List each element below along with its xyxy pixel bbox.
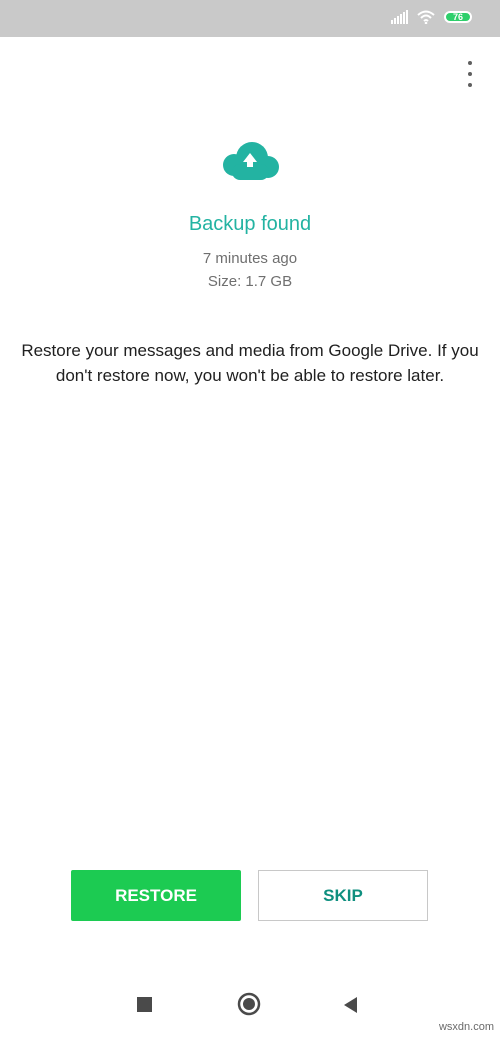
backup-time: 7 minutes ago: [202, 250, 298, 267]
battery-icon: 76: [444, 11, 472, 23]
wifi-icon: [417, 10, 435, 24]
back-icon[interactable]: [341, 995, 361, 1015]
status-icons: 76: [391, 10, 472, 24]
restore-description: Restore your messages and media from Goo…: [21, 341, 479, 385]
backup-size: Size: 1.7 GB: [207, 273, 293, 290]
watermark: wsxdn.com: [438, 1021, 494, 1033]
restore-button[interactable]: RESTORE: [71, 870, 241, 921]
more-vert-icon[interactable]: [460, 61, 480, 87]
home-icon[interactable]: [237, 992, 261, 1016]
battery-level: 76: [452, 11, 463, 22]
backup-found-title: Backup found: [188, 213, 312, 235]
recents-icon[interactable]: [137, 997, 152, 1012]
skip-button[interactable]: SKIP: [258, 870, 428, 921]
signal-icon: [391, 10, 408, 24]
cloud-upload-icon: [223, 142, 279, 180]
navigation-bar: [0, 980, 500, 1030]
status-bar: 76: [0, 0, 500, 37]
